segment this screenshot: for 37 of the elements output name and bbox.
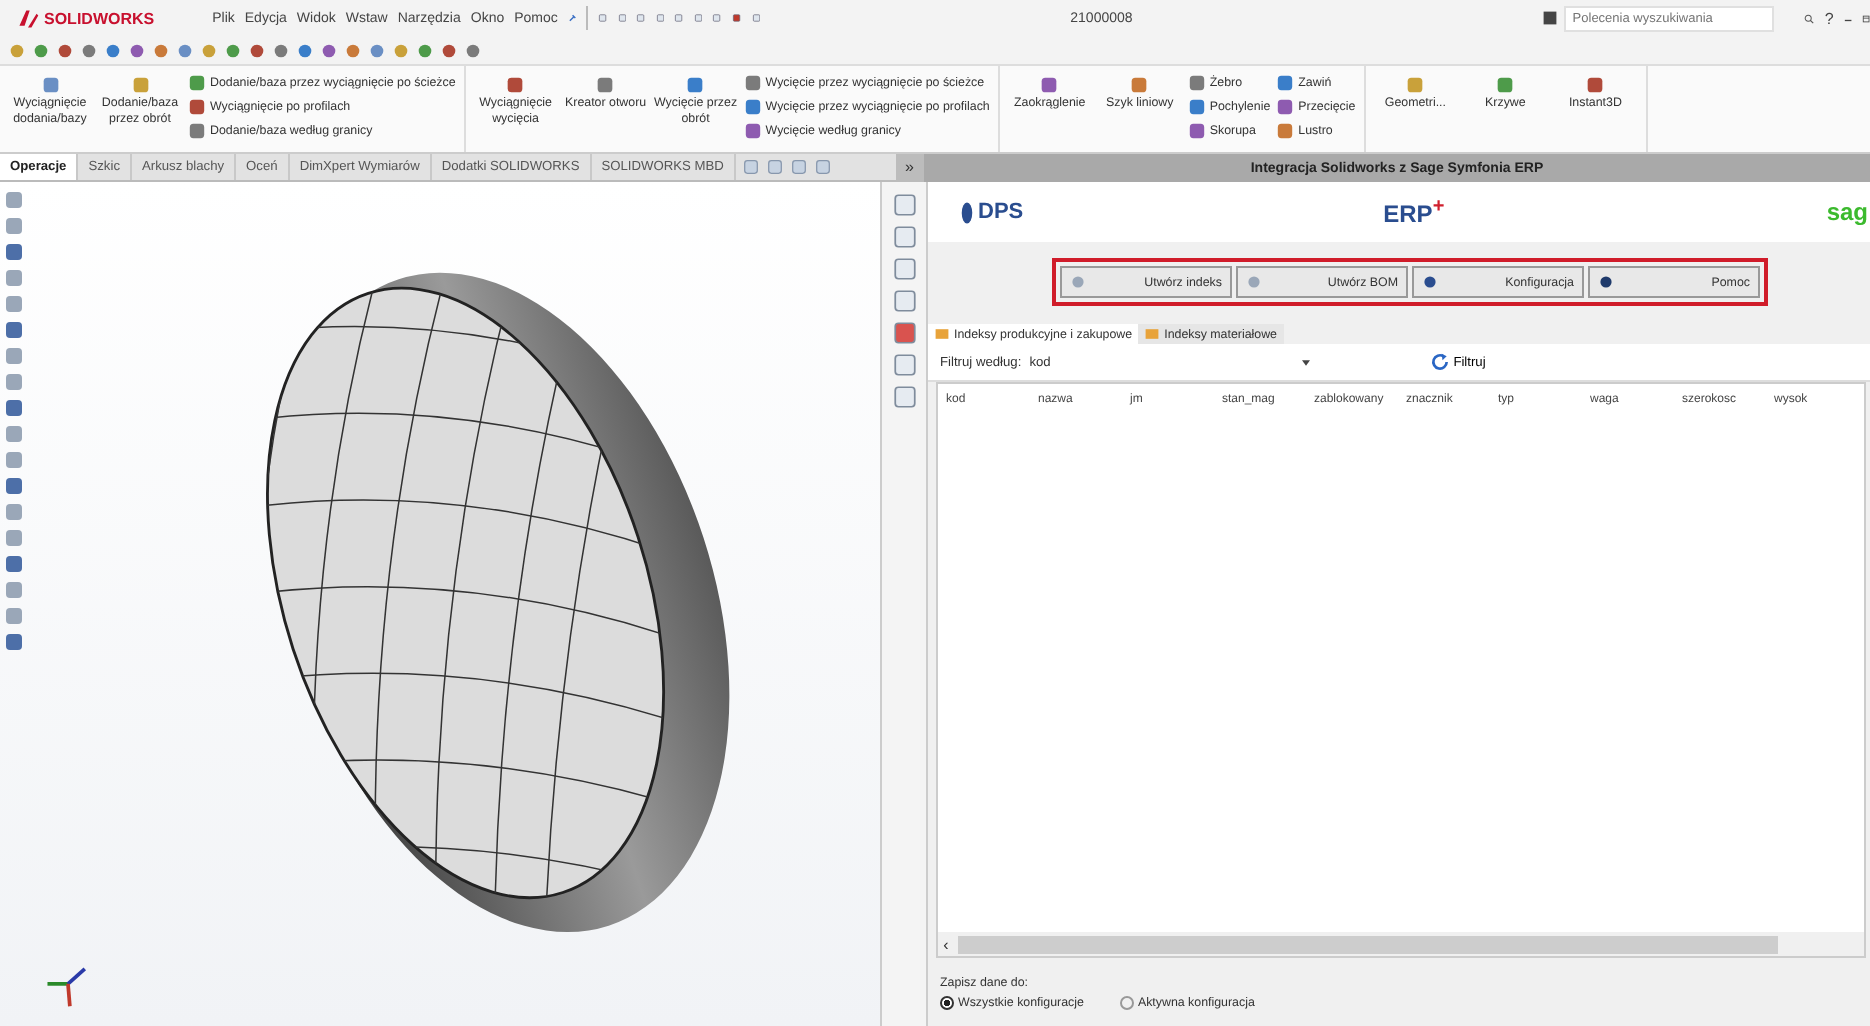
logo-icon <box>960 199 974 225</box>
caret-icon <box>1301 359 1310 365</box>
logo-icon <box>16 7 40 29</box>
command-icon <box>1128 74 1151 96</box>
command-icon <box>1404 74 1427 96</box>
erp-logo: ERP$^{+}$ <box>1383 196 1445 228</box>
task-pane-icon[interactable] <box>891 320 917 346</box>
command-icon <box>684 74 707 96</box>
command-icon <box>129 74 151 96</box>
scroll-left-button[interactable]: ‹ <box>938 935 954 953</box>
button-icon <box>1246 274 1262 290</box>
refresh-icon <box>1429 352 1450 372</box>
command-icon <box>1584 74 1607 96</box>
button-icon <box>1070 274 1086 290</box>
help-button[interactable]: ? <box>1824 9 1834 27</box>
task-pane-icon[interactable] <box>891 384 917 410</box>
button-icon <box>1422 274 1438 290</box>
task-pane-icon[interactable] <box>891 256 917 282</box>
app-logo: SOLIDWORKS <box>44 9 155 27</box>
command-icon <box>1542 10 1559 26</box>
restore-icon[interactable] <box>1861 9 1870 27</box>
task-pane-icon[interactable] <box>891 352 917 378</box>
task-pane-icon[interactable] <box>891 288 917 314</box>
command-icon <box>39 74 61 96</box>
scrollbar-thumb[interactable] <box>958 935 1778 953</box>
task-pane-icon[interactable] <box>891 224 917 250</box>
command-icon <box>594 74 617 96</box>
command-icon <box>1494 74 1517 96</box>
sage-logo: sag <box>1826 198 1868 226</box>
task-pane-icon[interactable] <box>891 192 917 218</box>
expand-button[interactable]: » <box>895 154 924 180</box>
dps-logo: DPS <box>978 200 1024 224</box>
command-icon <box>504 74 527 96</box>
tab-icon <box>934 326 950 342</box>
button-icon <box>1598 274 1614 290</box>
tab-icon <box>1144 326 1161 342</box>
command-icon <box>1038 74 1061 96</box>
